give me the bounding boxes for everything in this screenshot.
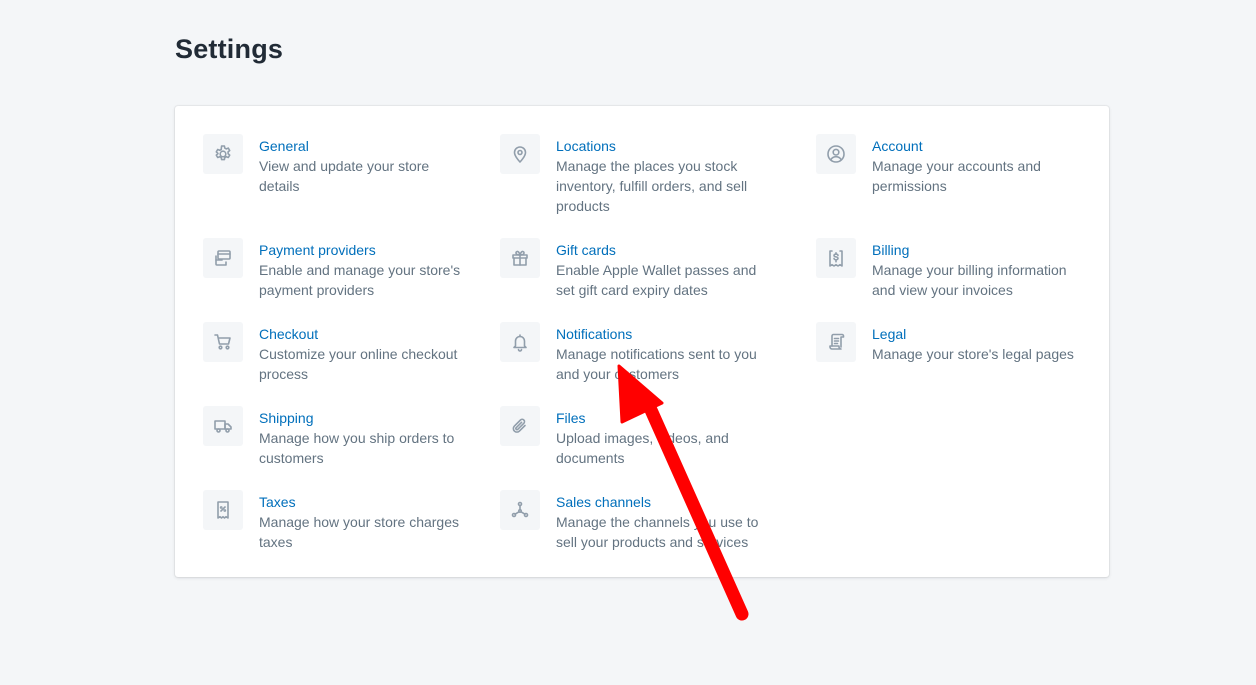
settings-item-title[interactable]: Legal: [872, 324, 1074, 344]
settings-item-description: Manage how you ship orders to customers: [259, 430, 455, 466]
settings-item-description: Customize your online checkout process: [259, 346, 458, 382]
page-title: Settings: [175, 34, 284, 64]
settings-item-account[interactable]: Account Manage your accounts and permiss…: [816, 134, 1086, 196]
settings-item-description: View and update your store details: [259, 158, 430, 194]
settings-item-checkout[interactable]: Checkout Customize your online checkout …: [203, 322, 473, 384]
settings-item-payment-providers[interactable]: Payment providers Enable and manage your…: [203, 238, 473, 300]
settings-item-description: Manage your billing information and view…: [872, 262, 1067, 298]
settings-item-title[interactable]: Gift cards: [556, 240, 775, 260]
settings-item-title[interactable]: Sales channels: [556, 492, 775, 512]
user-circle-icon: [816, 134, 856, 174]
settings-item-title[interactable]: Locations: [556, 136, 775, 156]
settings-card: General View and update your store detai…: [175, 106, 1109, 577]
credit-card-icon: [203, 238, 243, 278]
settings-item-title[interactable]: Shipping: [259, 408, 473, 428]
settings-item-billing[interactable]: Billing Manage your billing information …: [816, 238, 1086, 300]
settings-item-title[interactable]: Payment providers: [259, 240, 473, 260]
settings-item-description: Enable and manage your store's payment p…: [259, 262, 461, 298]
location-pin-icon: [500, 134, 540, 174]
channels-icon: [500, 490, 540, 530]
settings-item-title[interactable]: Taxes: [259, 492, 473, 512]
settings-item-notifications[interactable]: Notifications Manage notifications sent …: [500, 322, 775, 384]
settings-item-title[interactable]: Checkout: [259, 324, 473, 344]
settings-item-sales-channels[interactable]: Sales channels Manage the channels you u…: [500, 490, 775, 552]
gear-icon: [203, 134, 243, 174]
settings-item-title[interactable]: General: [259, 136, 473, 156]
settings-item-description: Manage notifications sent to you and you…: [556, 346, 757, 382]
truck-icon: [203, 406, 243, 446]
settings-item-title[interactable]: Billing: [872, 240, 1086, 260]
settings-item-gift-cards[interactable]: Gift cards Enable Apple Wallet passes an…: [500, 238, 775, 300]
settings-item-description: Manage your store's legal pages: [872, 346, 1074, 362]
settings-item-title[interactable]: Notifications: [556, 324, 775, 344]
settings-item-description: Enable Apple Wallet passes and set gift …: [556, 262, 757, 298]
cart-icon: [203, 322, 243, 362]
settings-item-title[interactable]: Account: [872, 136, 1086, 156]
settings-item-taxes[interactable]: Taxes Manage how your store charges taxe…: [203, 490, 473, 552]
bell-icon: [500, 322, 540, 362]
settings-item-description: Upload images, videos, and documents: [556, 430, 729, 466]
legal-scroll-icon: [816, 322, 856, 362]
settings-item-description: Manage your accounts and permissions: [872, 158, 1041, 194]
gift-icon: [500, 238, 540, 278]
settings-item-description: Manage how your store charges taxes: [259, 514, 459, 550]
settings-item-description: Manage the channels you use to sell your…: [556, 514, 759, 550]
tax-receipt-icon: [203, 490, 243, 530]
settings-item-shipping[interactable]: Shipping Manage how you ship orders to c…: [203, 406, 473, 468]
settings-item-general[interactable]: General View and update your store detai…: [203, 134, 473, 196]
paperclip-icon: [500, 406, 540, 446]
settings-item-title[interactable]: Files: [556, 408, 775, 428]
settings-item-legal[interactable]: Legal Manage your store's legal pages: [816, 322, 1086, 364]
settings-item-files[interactable]: Files Upload images, videos, and documen…: [500, 406, 775, 468]
settings-item-description: Manage the places you stock inventory, f…: [556, 158, 748, 214]
settings-item-locations[interactable]: Locations Manage the places you stock in…: [500, 134, 775, 216]
billing-receipt-icon: [816, 238, 856, 278]
